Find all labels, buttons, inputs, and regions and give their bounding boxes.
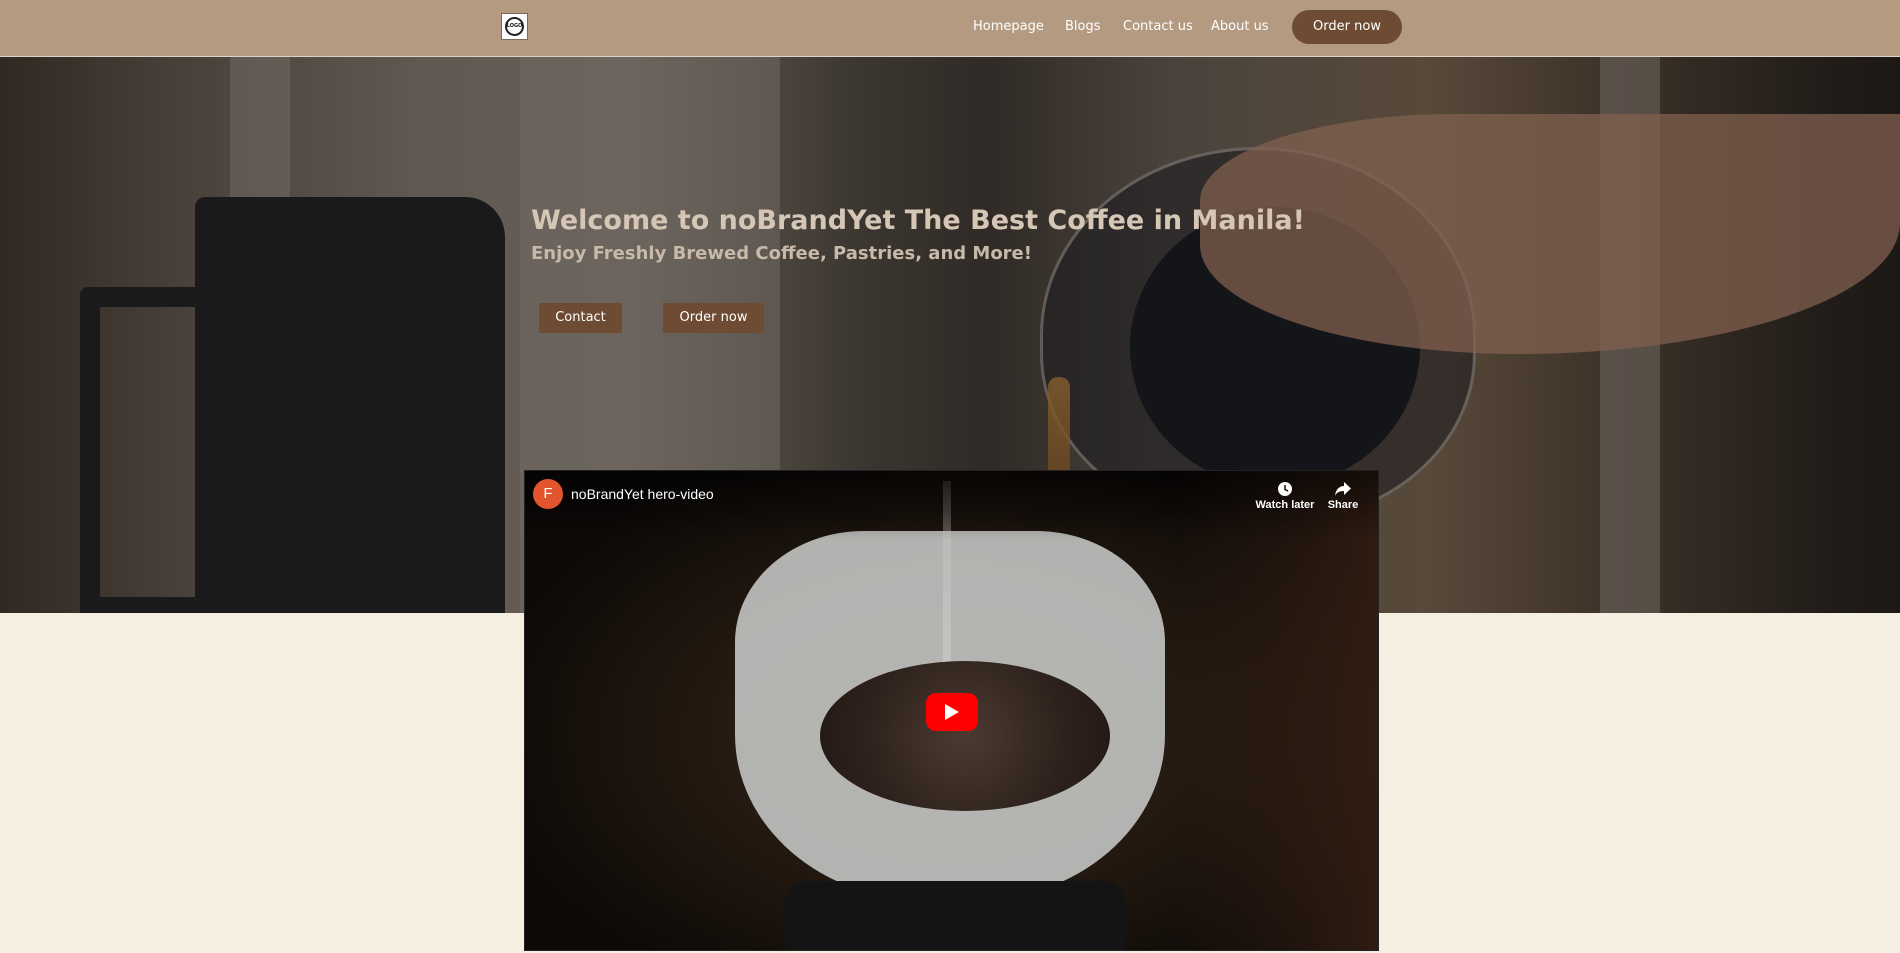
nav-blogs[interactable]: Blogs	[1065, 17, 1101, 37]
hero-order-button[interactable]: Order now	[663, 303, 764, 333]
site-header: LOGO Homepage Blogs Contact us About us …	[0, 0, 1900, 57]
hero-contact-button[interactable]: Contact	[539, 303, 622, 333]
video-title[interactable]: noBrandYet hero-video	[571, 486, 714, 502]
youtube-play-icon	[945, 704, 959, 720]
hero-subtitle: Enjoy Freshly Brewed Coffee, Pastries, a…	[531, 243, 1032, 264]
clock-icon	[1255, 479, 1315, 499]
logo-badge: LOGO	[505, 17, 524, 36]
video-coffee-grounds	[820, 661, 1110, 811]
nav-homepage[interactable]: Homepage	[973, 17, 1044, 37]
hero-title: Welcome to noBrandYet The Best Coffee in…	[531, 205, 1305, 236]
video-top-gradient	[525, 471, 1378, 541]
share-label: Share	[1327, 499, 1359, 511]
watch-later-button[interactable]: Watch later	[1255, 479, 1315, 511]
share-button[interactable]: Share	[1313, 479, 1373, 511]
video-dripper-base	[785, 881, 1125, 950]
site-logo[interactable]: LOGO	[501, 13, 528, 40]
share-arrow-icon	[1313, 479, 1373, 499]
nav-about-us[interactable]: About us	[1211, 17, 1269, 37]
nav-contact-us[interactable]: Contact us	[1123, 17, 1193, 37]
logo-text: LOGO	[506, 23, 523, 29]
video-channel-avatar[interactable]: F	[533, 479, 563, 509]
youtube-play-button[interactable]	[926, 693, 978, 731]
video-embed[interactable]: F noBrandYet hero-video Watch later Shar…	[524, 470, 1379, 951]
watch-later-label: Watch later	[1255, 499, 1315, 511]
header-order-button[interactable]: Order now	[1292, 10, 1402, 44]
video-frame-shadow	[1178, 471, 1378, 950]
